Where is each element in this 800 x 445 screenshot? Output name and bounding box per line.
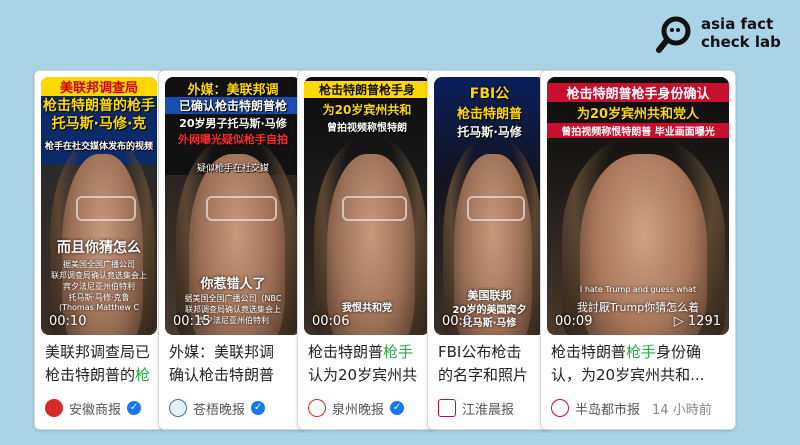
title-text: FBI公布枪击 xyxy=(438,343,522,361)
play-count-icon: ▷ xyxy=(673,314,684,329)
title-text-rest: 枪击特朗普的 xyxy=(45,366,136,384)
video-lower-text-2: 联邦调查局确认竟选集会上 xyxy=(51,271,147,280)
video-duration: 00:15 xyxy=(173,314,211,329)
video-lower-text-5: (Thomas Matthew C xyxy=(58,303,140,312)
logo-text-line2: check lab xyxy=(701,33,781,51)
caption-line2: 为20岁宾州共和 xyxy=(322,103,412,117)
video-title[interactable]: FBI公布枪击 的名字和照片 xyxy=(438,341,545,387)
title-text-rest: 确认枪击特朗普 xyxy=(169,366,275,384)
caption-line2: 为20岁宾州共和党人 xyxy=(576,107,700,122)
title-text: 外媒：美联邦调 xyxy=(169,343,275,361)
verified-check-icon: ✓ xyxy=(390,401,405,415)
title-highlight: 枪 xyxy=(135,366,151,384)
title-text-rest: 的名字和照片 xyxy=(438,366,529,384)
video-subtitle: 我恨共和党 xyxy=(342,303,392,314)
caption-line2: 枪击特朗普的枪手 xyxy=(43,98,155,114)
caption-top: 枪击特朗普枪手身份确认 xyxy=(547,83,729,102)
english-caption: I hate Trump and guess what xyxy=(579,285,697,294)
video-duration: 00:06 xyxy=(312,314,350,329)
source-row[interactable]: 江淮晨报 xyxy=(438,397,545,419)
video-lower-text-3: 宾夕法尼亚州伯特利 xyxy=(63,282,135,291)
source-name: 半岛都市报 xyxy=(575,402,641,418)
caption-red: 外网曝光疑似枪手自拍 xyxy=(178,133,288,146)
source-logo-icon xyxy=(308,399,326,417)
caption-small: 疑似枪手在社交媒 xyxy=(196,164,269,174)
source-row[interactable]: 苍梧晚报 ✓ xyxy=(169,397,301,419)
video-thumbnail[interactable]: 枪击特朗普枪手身份确认 为20岁宾州共和党人 曾拍视频称恨特朗普 毕业画面曝光 … xyxy=(547,77,729,335)
asia-fact-check-lab-logo: asia fact check lab xyxy=(655,12,795,53)
source-row[interactable]: 泉州晚报 ✓ xyxy=(308,397,430,419)
source-name: 泉州晚报 xyxy=(332,402,385,418)
source-name: 苍梧晚报 xyxy=(193,402,246,418)
caption-line3: 20岁男子托马斯·马修 xyxy=(179,117,287,130)
caption-top: 外媒：美联邦调 xyxy=(187,83,279,98)
post-time: 14 小時前 xyxy=(652,402,712,418)
title-highlight: 枪手 xyxy=(626,343,657,361)
title-text: 美联邦调查局已 xyxy=(45,343,151,361)
video-title[interactable]: 枪击特朗普枪手身份确认，为20岁宾州共和... xyxy=(551,341,729,387)
video-lower-text-4: 托马斯·马修·克鲁 xyxy=(68,293,130,302)
source-logo-icon xyxy=(438,399,456,417)
source-row[interactable]: 安徽商报 ✓ xyxy=(45,397,157,419)
video-duration: 00:10 xyxy=(49,314,87,329)
caption-line2: 枪击特朗普 xyxy=(456,107,522,122)
caption-top: 枪击特朗普枪手身 xyxy=(304,81,430,98)
verified-check-icon: ✓ xyxy=(127,401,142,415)
source-logo-icon xyxy=(551,399,569,417)
caption-line3: 曾拍视频称恨特朗 xyxy=(327,123,407,134)
magnifier-logo-icon xyxy=(656,16,691,53)
video-subtitle: 你惹错人了 xyxy=(200,277,266,292)
thumbnail-glasses xyxy=(205,195,277,222)
source-logo-icon xyxy=(45,399,63,417)
thumbnail-glasses xyxy=(75,195,137,222)
video-thumbnail[interactable]: 枪击特朗普枪手身 为20岁宾州共和 曾拍视频称恨特朗 我恨共和党 00:06 xyxy=(304,77,430,335)
video-card-2[interactable]: 外媒：美联邦调 已确认枪击特朗普枪 20岁男子托马斯·马修 外网曝光疑似枪手自拍… xyxy=(158,70,308,430)
thumbnail-glasses xyxy=(341,195,408,222)
title-text-rest: 认为20岁宾州共 xyxy=(308,366,418,384)
video-card-4[interactable]: FBI公 枪击特朗普 托马斯·马修 美国联邦 20岁的美国宾夕 托马斯·马修 0… xyxy=(427,70,552,430)
caption-small: 枪手在社交媒体发布的视频 xyxy=(44,142,153,152)
video-thumbnail[interactable]: FBI公 枪击特朗普 托马斯·马修 美国联邦 20岁的美国宾夕 托马斯·马修 0… xyxy=(434,77,545,335)
caption-line3: 托马斯·马修·克 xyxy=(51,116,147,132)
title-highlight: 枪手 xyxy=(383,343,414,361)
title-text: 枪击特朗普 xyxy=(551,343,627,361)
thumbnail-glasses xyxy=(467,195,526,222)
logo-text-line1: asia fact xyxy=(701,15,774,33)
source-name: 江淮晨报 xyxy=(462,402,515,418)
video-subtitle: 我討厭Trump你猜怎么着 xyxy=(576,301,700,314)
caption-line2: 已确认枪击特朗普枪 xyxy=(165,97,301,114)
video-card-3[interactable]: 枪击特朗普枪手身 为20岁宾州共和 曾拍视频称恨特朗 我恨共和党 00:06 枪… xyxy=(297,70,437,430)
video-thumbnail[interactable]: 美联邦调查局 枪击特朗普的枪手 托马斯·马修·克 枪手在社交媒体发布的视频 而且… xyxy=(41,77,157,335)
video-lower-text-1: 据美国全国广播公司（NBC xyxy=(184,294,282,303)
view-count-value: 1291 xyxy=(687,314,721,329)
caption-line3: 托马斯·马修 xyxy=(457,125,522,139)
verified-check-icon: ✓ xyxy=(251,401,266,415)
video-card-1[interactable]: 美联邦调查局 枪击特朗普的枪手 托马斯·马修·克 枪手在社交媒体发布的视频 而且… xyxy=(34,70,164,430)
video-title[interactable]: 美联邦调查局已 枪击特朗普的枪 xyxy=(45,341,157,387)
video-title[interactable]: 枪击特朗普枪手 认为20岁宾州共 xyxy=(308,341,430,387)
video-subtitle: 而且你猜怎么 xyxy=(57,240,141,256)
video-duration: 00:09 xyxy=(555,314,593,329)
caption-top: FBI公 xyxy=(469,86,510,102)
source-logo-icon xyxy=(169,399,187,417)
video-title[interactable]: 外媒：美联邦调 确认枪击特朗普 xyxy=(169,341,301,387)
caption-top: 美联邦调查局 xyxy=(41,77,157,96)
title-text: 枪击特朗普 xyxy=(308,343,384,361)
video-duration: 00:0 xyxy=(442,314,472,329)
video-thumbnail[interactable]: 外媒：美联邦调 已确认枪击特朗普枪 20岁男子托马斯·马修 外网曝光疑似枪手自拍… xyxy=(165,77,301,335)
caption-line3: 曾拍视频称恨特朗普 毕业画面曝光 xyxy=(547,123,729,138)
source-name: 安徽商报 xyxy=(69,402,122,418)
video-card-5[interactable]: 枪击特朗普枪手身份确认 为20岁宾州共和党人 曾拍视频称恨特朗普 毕业画面曝光 … xyxy=(540,70,736,430)
view-count: ▷ 1291 xyxy=(674,314,721,329)
source-row[interactable]: 半岛都市报 14 小時前 xyxy=(551,397,729,419)
video-lower-text-1: 据美国全国广播公司 xyxy=(63,260,135,269)
